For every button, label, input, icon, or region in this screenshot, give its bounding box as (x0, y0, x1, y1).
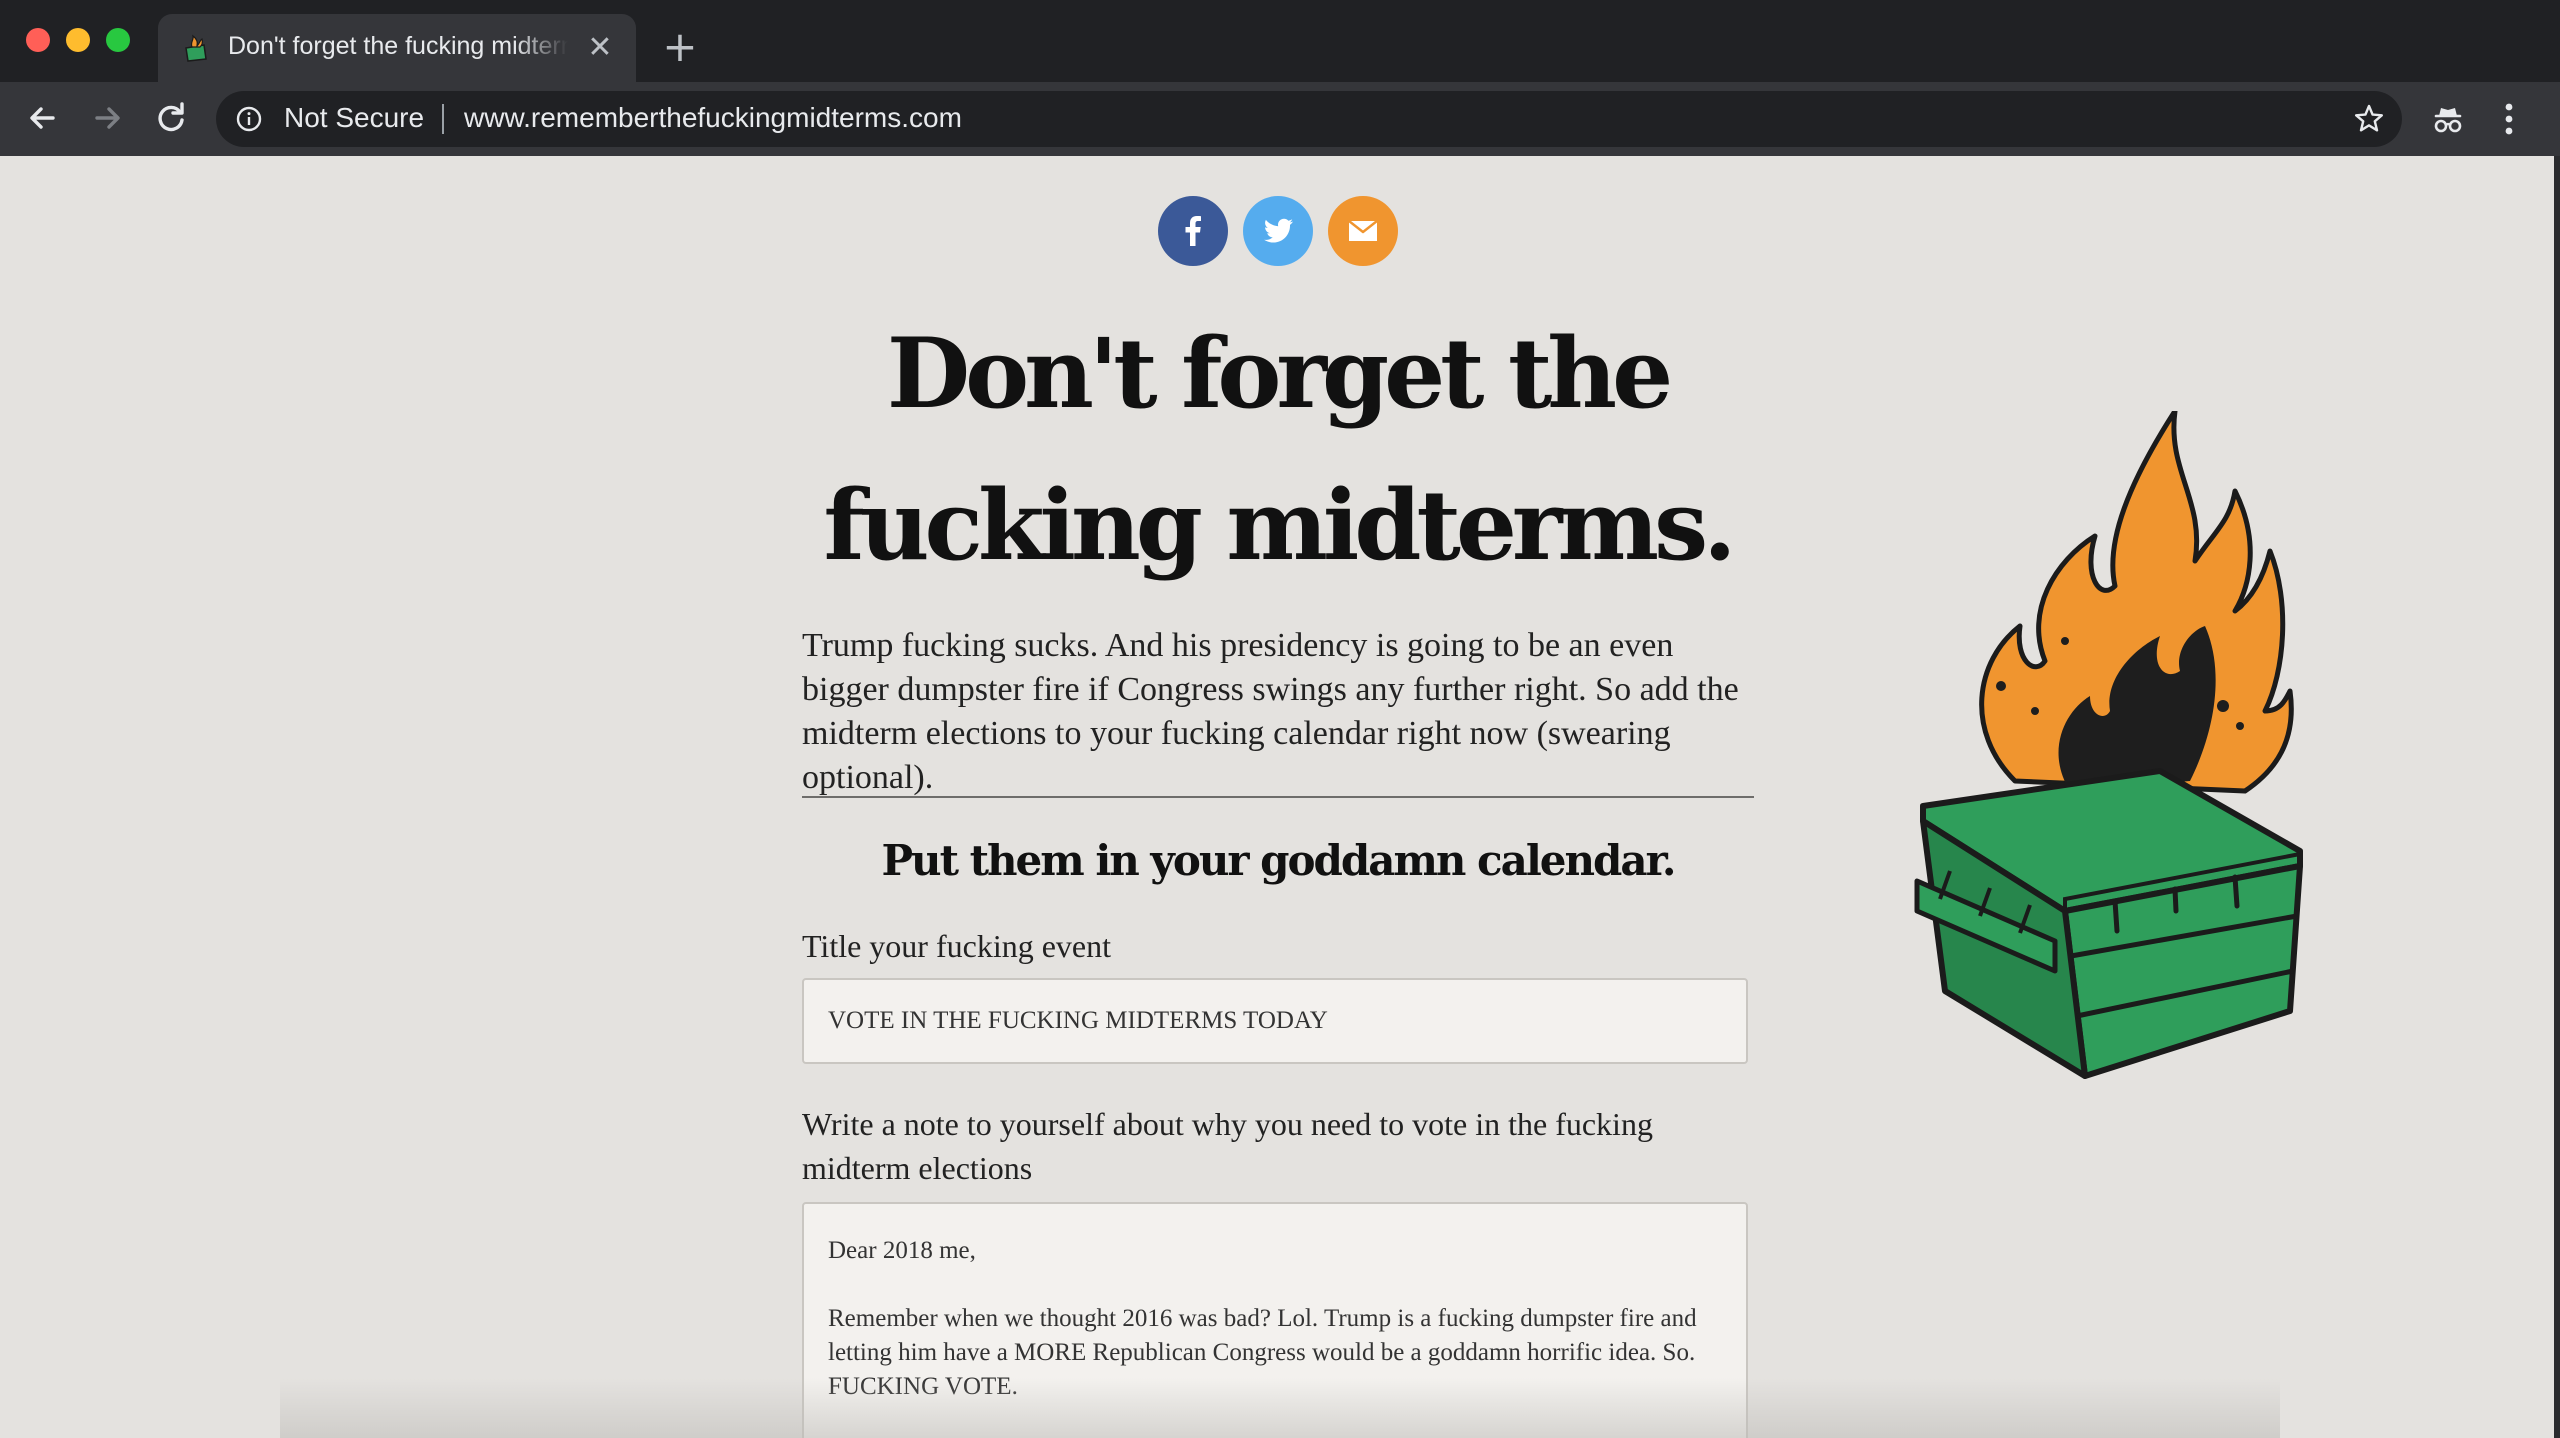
event-title-label: Title your fucking event (802, 928, 1111, 964)
page-headline: Don't forget the fucking midterms. (823, 317, 1736, 582)
twitter-icon (1264, 218, 1293, 243)
back-button[interactable] (20, 95, 66, 141)
zoom-window-button[interactable] (106, 28, 130, 52)
share-email-button[interactable] (1328, 196, 1398, 266)
kebab-menu-icon[interactable] (2494, 98, 2524, 140)
omnibox-divider (442, 104, 444, 134)
section-divider (802, 796, 1754, 798)
incognito-icon[interactable] (2428, 100, 2468, 140)
security-label[interactable]: Not Secure (284, 102, 424, 134)
window-edge (2554, 156, 2560, 1438)
intro-paragraph: Trump fucking sucks. And his presidency … (802, 627, 1739, 796)
minimize-window-button[interactable] (66, 28, 90, 52)
facebook-icon (1185, 216, 1201, 246)
calendar-heading: Put them in your goddamn calendar. (881, 836, 1676, 885)
info-icon[interactable] (236, 106, 262, 132)
arrow-right-icon (95, 107, 120, 129)
tab-close-button[interactable]: ✕ (582, 30, 618, 66)
share-bar (1158, 196, 1400, 266)
dumpster-fire-icon (180, 34, 210, 64)
event-note-textarea[interactable]: Dear 2018 me, Remember when we thought 2… (802, 1202, 1748, 1438)
reload-icon (158, 102, 184, 132)
tab-active[interactable]: Don't forget the fucking midterms. ✕ (158, 14, 636, 82)
arrow-left-icon (30, 107, 55, 129)
share-twitter-button[interactable] (1243, 196, 1313, 266)
address-bar[interactable]: Not Secure www.rememberthefuckingmidterm… (216, 91, 2402, 147)
tab-title: Don't forget the fucking midterms. (228, 32, 568, 60)
browser-toolbar: Not Secure www.rememberthefuckingmidterm… (0, 82, 2560, 156)
event-note-label: Write a note to yourself about why you n… (802, 1106, 1653, 1186)
browser-window: Don't forget the fucking midterms. ✕ + N… (0, 0, 2560, 1438)
new-tab-button[interactable]: + (658, 26, 702, 70)
event-title-input[interactable] (802, 978, 1748, 1064)
dumpster-fire-illustration (1914, 411, 2303, 1079)
share-facebook-button[interactable] (1158, 196, 1228, 266)
page-viewport: Don't forget the fucking midterms. Trump… (0, 156, 2554, 1438)
close-window-button[interactable] (26, 28, 50, 52)
reload-button[interactable] (148, 95, 194, 141)
forward-button[interactable] (84, 95, 130, 141)
star-icon[interactable] (2352, 102, 2386, 136)
tab-strip: Don't forget the fucking midterms. ✕ + (0, 0, 2560, 82)
url-text[interactable]: www.rememberthefuckingmidterms.com (464, 102, 962, 134)
envelope-icon (1348, 220, 1378, 241)
